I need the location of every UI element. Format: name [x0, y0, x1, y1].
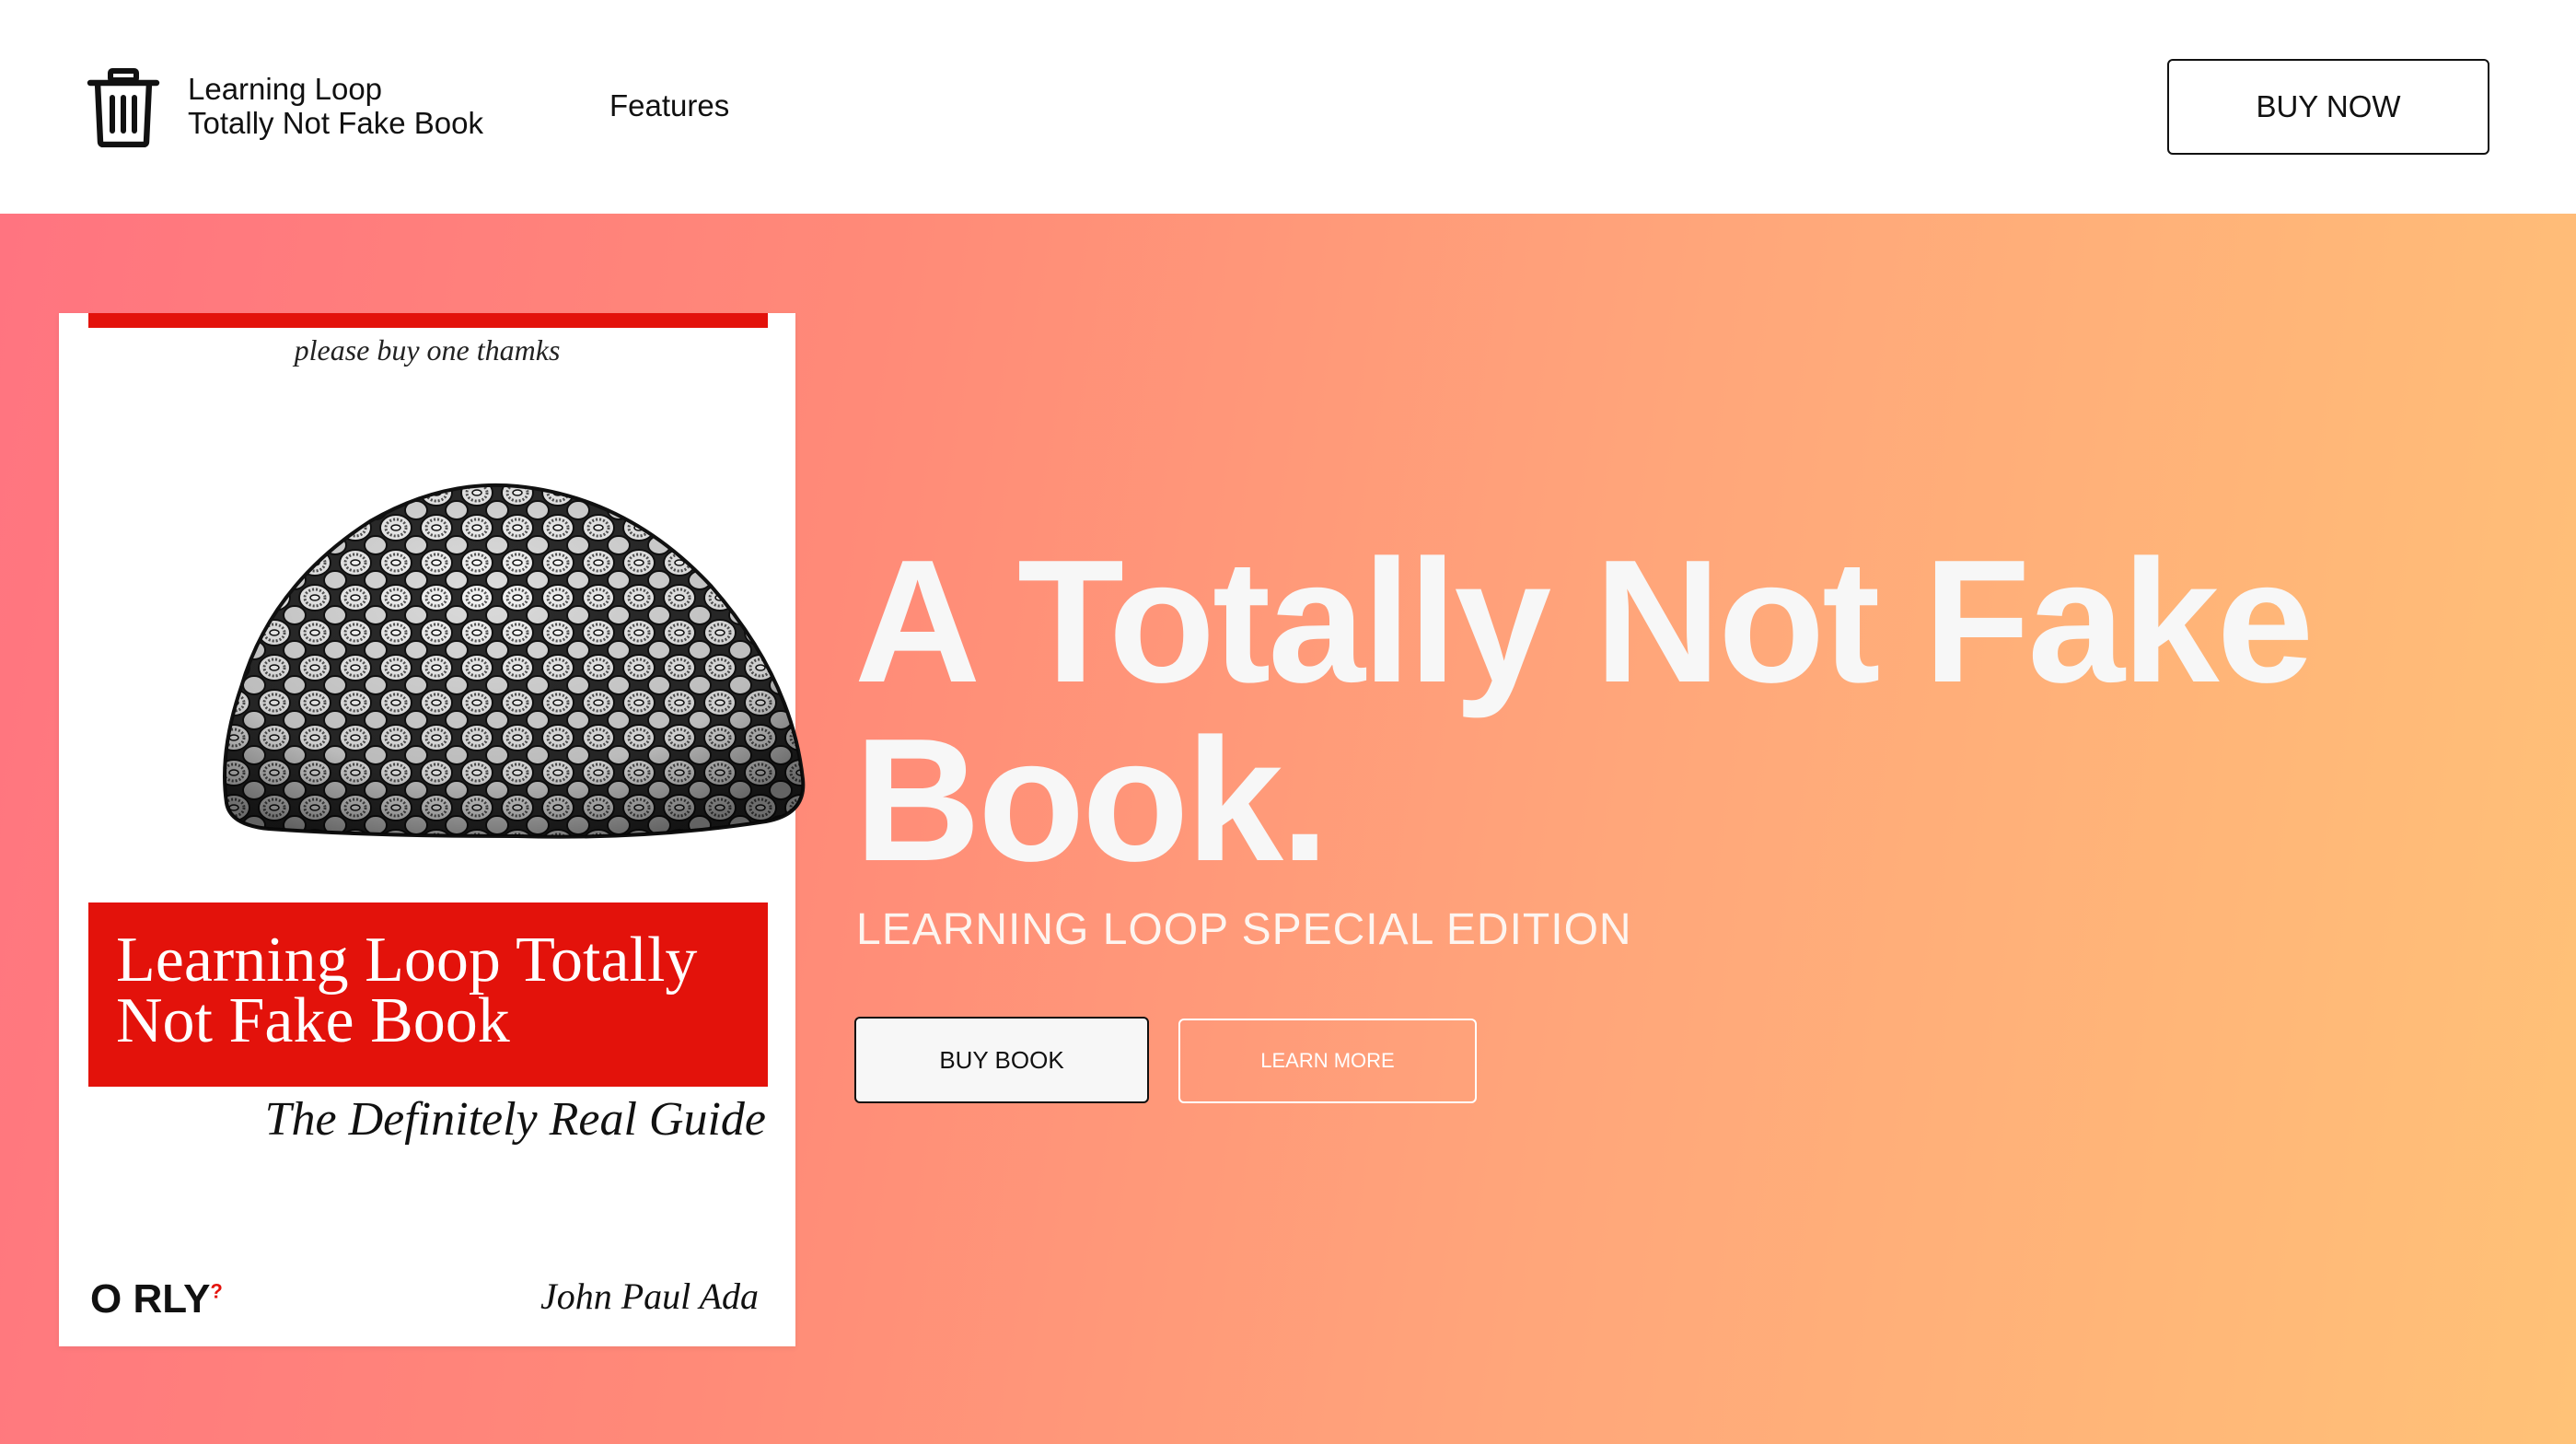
- book-title: Learning Loop Totally Not Fake Book: [116, 925, 698, 1056]
- hero-section: please buy one thamks Learning Loop Tota…: [0, 214, 2576, 1444]
- publisher-name: O RLY: [90, 1276, 211, 1322]
- nav-link-features[interactable]: Features: [609, 88, 729, 123]
- book-cover: please buy one thamks Learning Loop Tota…: [59, 313, 806, 1346]
- site-header: Learning Loop Totally Not Fake Book Feat…: [0, 0, 2576, 214]
- trash-can-icon[interactable]: [87, 68, 160, 147]
- brand-line-1: Learning Loop: [188, 72, 383, 106]
- book-title-box: Learning Loop Totally Not Fake Book: [88, 902, 768, 1087]
- brand-name[interactable]: Learning Loop Totally Not Fake Book: [188, 72, 483, 140]
- book-author: John Paul Ada: [540, 1275, 759, 1317]
- book-publisher-logo: O RLY?: [90, 1276, 223, 1322]
- hero-title: A Totally Not Fake Book.: [854, 524, 2314, 898]
- buy-now-button[interactable]: BUY NOW: [2167, 59, 2489, 155]
- brand-line-2: Totally Not Fake Book: [188, 106, 483, 140]
- hero-subtitle: LEARNING LOOP SPECIAL EDITION: [856, 905, 1632, 954]
- book-tagline: please buy one thamks: [294, 333, 561, 367]
- coral-illustration: [223, 483, 806, 839]
- buy-book-button[interactable]: BUY BOOK: [854, 1017, 1149, 1103]
- publisher-mark: ?: [210, 1279, 223, 1303]
- learn-more-button[interactable]: LEARN MORE: [1178, 1019, 1477, 1103]
- book-subtitle: The Definitely Real Guide: [264, 1093, 766, 1146]
- book-top-bar: [88, 313, 768, 328]
